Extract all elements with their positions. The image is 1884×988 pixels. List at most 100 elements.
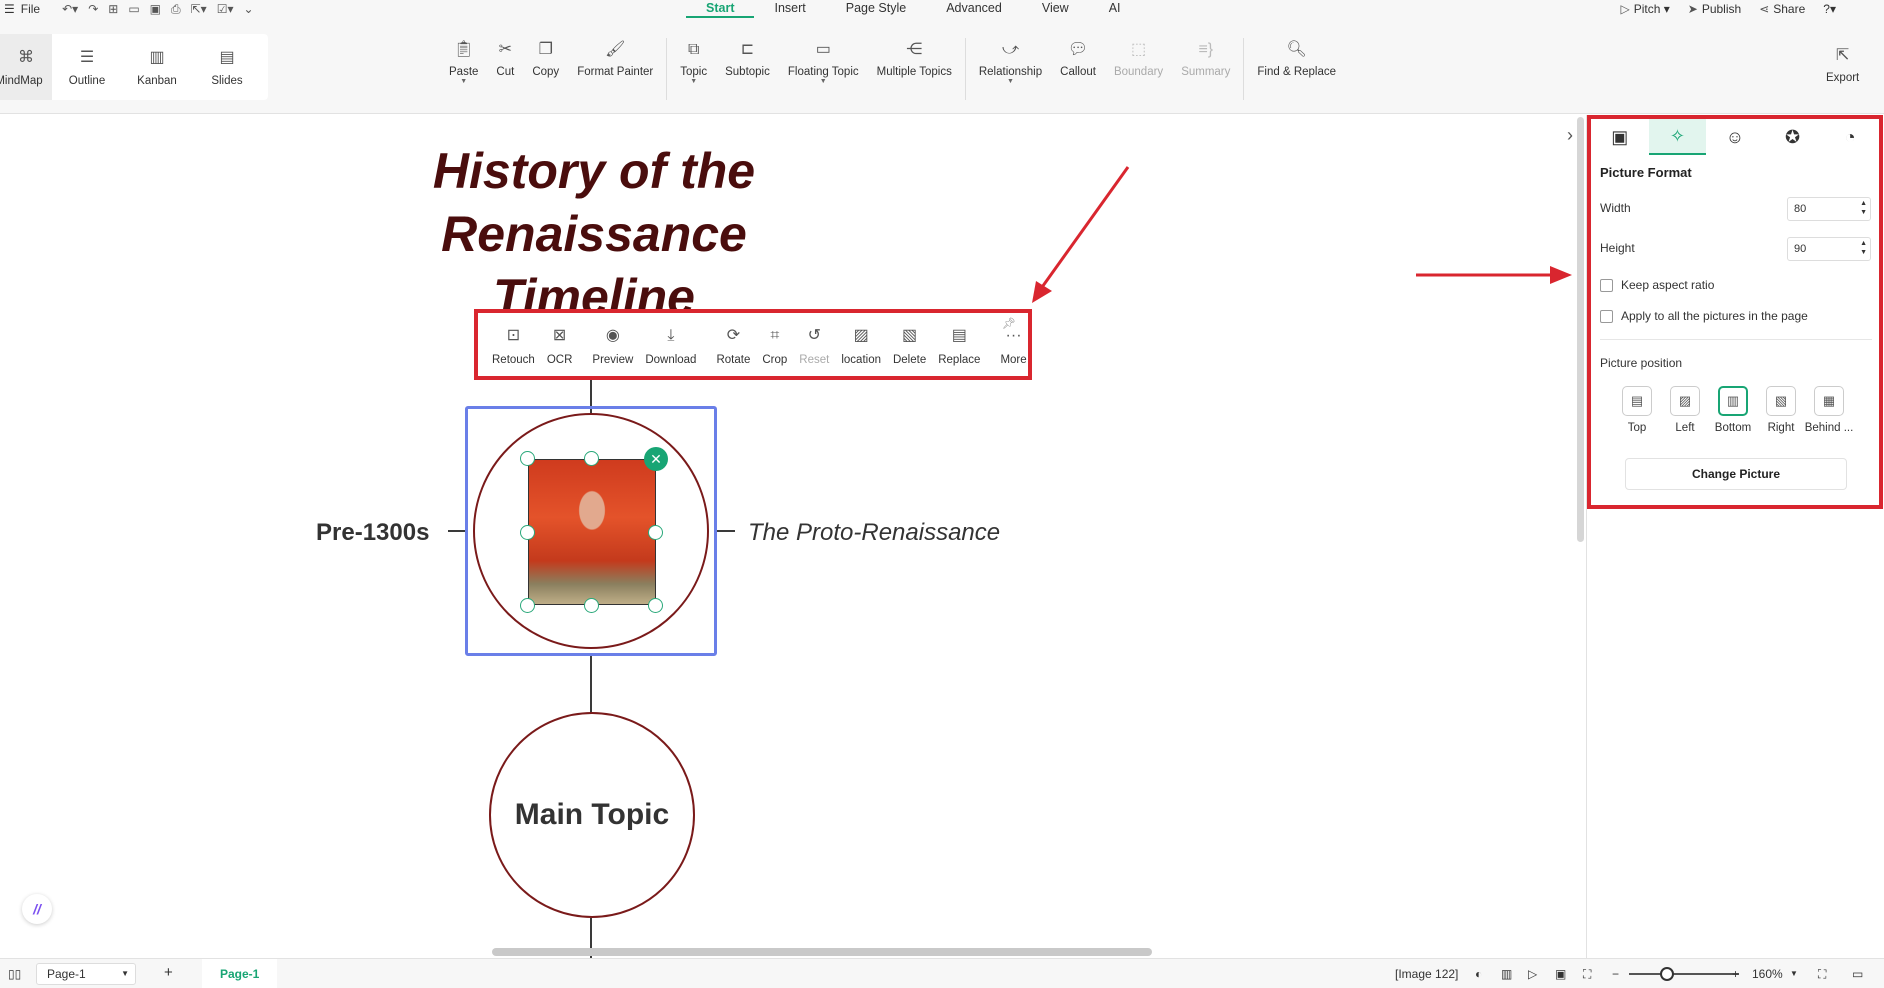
page-tab[interactable]: Page-1 bbox=[202, 959, 278, 988]
copy-button[interactable]: ❐ Copy bbox=[523, 38, 568, 100]
apply-all-checkbox[interactable]: Apply to all the pictures in the page bbox=[1600, 309, 1808, 323]
book-icon[interactable]: ▥ bbox=[1501, 967, 1512, 981]
chevron-right-icon[interactable]: › bbox=[1567, 125, 1573, 146]
position-behind[interactable]: ▦ Behind ... bbox=[1805, 386, 1853, 434]
fit-page-icon[interactable]: ▣ bbox=[1555, 967, 1566, 981]
ai-assistant-icon[interactable]: // bbox=[22, 894, 52, 924]
pitch-button[interactable]: ▷ Pitch ▾ bbox=[1620, 0, 1669, 18]
main-topic[interactable]: Main Topic bbox=[489, 712, 695, 918]
play-icon[interactable]: ▷ bbox=[1528, 967, 1537, 981]
file-menu[interactable]: ☰ File bbox=[4, 2, 40, 16]
floating-topic-button[interactable]: ▭ Floating Topic ▼ bbox=[779, 38, 868, 100]
redo-icon[interactable]: ↷ bbox=[88, 2, 98, 17]
location-button[interactable]: ▨ location bbox=[835, 315, 887, 375]
checkbox-box[interactable] bbox=[1600, 278, 1613, 292]
resize-handle[interactable] bbox=[584, 451, 599, 466]
vertical-scrollbar[interactable] bbox=[1577, 117, 1584, 542]
tab-topic-style[interactable]: ▣ bbox=[1591, 119, 1649, 155]
print-icon[interactable]: ⎙ bbox=[171, 2, 181, 17]
reset-button[interactable]: ↺ Reset bbox=[793, 315, 835, 375]
mindmap-canvas[interactable]: History of the Renaissance Timeline ⊡ Re… bbox=[0, 115, 1586, 958]
zoom-in-icon[interactable]: + bbox=[1732, 967, 1739, 981]
stepper-arrows-icon[interactable]: ▲ ▼ bbox=[1860, 199, 1867, 217]
download-button[interactable]: ⤓ Download bbox=[639, 315, 702, 375]
height-input[interactable]: 90 ▲ ▼ bbox=[1787, 237, 1871, 261]
resize-handle[interactable] bbox=[520, 525, 535, 540]
paste-button[interactable]: 📋︎ Paste ▼ bbox=[440, 38, 487, 100]
tab-page-style[interactable]: Page Style bbox=[826, 0, 926, 18]
export-button[interactable]: ⇱ Export bbox=[1826, 44, 1859, 84]
zoom-slider[interactable] bbox=[1629, 973, 1739, 975]
tab-theme[interactable]: ✪ bbox=[1764, 119, 1822, 155]
subtopic-button[interactable]: ⊏ Subtopic bbox=[716, 38, 779, 100]
resize-handle[interactable] bbox=[520, 451, 535, 466]
help-button[interactable]: ?▾ bbox=[1823, 0, 1836, 18]
summary-button[interactable]: ≡} Summary bbox=[1172, 38, 1239, 100]
boundary-button[interactable]: ⬚ Boundary bbox=[1105, 38, 1172, 100]
zoom-out-icon[interactable]: − bbox=[1612, 967, 1619, 981]
tab-ai[interactable]: AI bbox=[1089, 0, 1141, 18]
zoom-level[interactable]: 160% bbox=[1752, 967, 1783, 981]
tab-insert[interactable]: Insert bbox=[754, 0, 825, 18]
page-title[interactable]: History of the Renaissance Timeline bbox=[424, 140, 764, 329]
page-selector[interactable]: Page-1 ▼ bbox=[36, 963, 136, 985]
new-file-icon[interactable]: ⊞ bbox=[108, 2, 118, 17]
width-input[interactable]: 80 ▲ ▼ bbox=[1787, 197, 1871, 221]
zoom-slider-knob[interactable] bbox=[1660, 967, 1674, 981]
pin-icon[interactable]: 📌︎ bbox=[1002, 317, 1016, 330]
view-kanban[interactable]: ▥ Kanban bbox=[122, 34, 192, 100]
position-bottom[interactable]: ▥ Bottom bbox=[1715, 386, 1751, 434]
relationship-button[interactable]: ⤻ Relationship ▼ bbox=[970, 38, 1051, 100]
resize-handle[interactable] bbox=[584, 598, 599, 613]
retouch-button[interactable]: ⊡ Retouch bbox=[486, 315, 541, 375]
delete-picture-button[interactable]: ▧ Delete bbox=[887, 315, 932, 375]
add-page-icon[interactable]: + bbox=[164, 964, 173, 981]
multiple-topics-button[interactable]: ⋲ Multiple Topics bbox=[868, 38, 961, 100]
view-outline[interactable]: ☰ Outline bbox=[52, 34, 122, 100]
ocr-button[interactable]: ⊠ OCR bbox=[541, 315, 579, 375]
resize-handle[interactable] bbox=[648, 598, 663, 613]
fullscreen-icon[interactable]: ⛶ bbox=[1818, 967, 1826, 982]
keep-aspect-checkbox[interactable]: Keep aspect ratio bbox=[1600, 278, 1714, 292]
tab-icons[interactable]: ☺ bbox=[1706, 119, 1764, 155]
tab-ai-format[interactable]: ✧ bbox=[1648, 119, 1707, 155]
theme-icon[interactable]: ◐ bbox=[1475, 967, 1482, 981]
format-painter-button[interactable]: 🖌︎ Format Painter bbox=[568, 38, 662, 100]
tab-history[interactable]: ◔ bbox=[1821, 119, 1879, 155]
change-picture-button[interactable]: Change Picture bbox=[1625, 458, 1847, 490]
position-right[interactable]: ▧ Right bbox=[1765, 386, 1797, 434]
position-top[interactable]: ▤ Top bbox=[1621, 386, 1653, 434]
split-view-icon[interactable]: ▭ bbox=[1852, 967, 1863, 981]
save-icon[interactable]: ▣ bbox=[150, 2, 161, 17]
view-mindmap[interactable]: ⌘ MindMap bbox=[0, 34, 52, 100]
open-folder-icon[interactable]: ▭ bbox=[128, 2, 139, 17]
caret-down-icon[interactable]: ▼ bbox=[1790, 969, 1798, 978]
checklist-icon[interactable]: ☑▾ bbox=[217, 2, 234, 17]
fit-screen-icon[interactable]: ⛶ bbox=[1583, 967, 1591, 982]
more-quick-icon[interactable]: ⌄ bbox=[243, 2, 253, 17]
topic-button[interactable]: ⧉ Topic ▼ bbox=[671, 38, 716, 100]
undo-icon[interactable]: ↶▾ bbox=[62, 2, 78, 17]
cut-button[interactable]: ✂ Cut bbox=[487, 38, 523, 100]
resize-handle[interactable] bbox=[648, 525, 663, 540]
view-slides[interactable]: ▤ Slides bbox=[192, 34, 262, 100]
remove-picture-icon[interactable]: ✕ bbox=[644, 447, 668, 471]
crop-button[interactable]: ⌗ Crop bbox=[756, 315, 793, 375]
resize-handle[interactable] bbox=[520, 598, 535, 613]
stepper-arrows-icon[interactable]: ▲ ▼ bbox=[1860, 239, 1867, 257]
callout-button[interactable]: 💬︎ Callout bbox=[1051, 38, 1105, 100]
tab-advanced[interactable]: Advanced bbox=[926, 0, 1022, 18]
sidebar-toggle-icon[interactable]: ▯▯ bbox=[8, 967, 21, 981]
topic-label-right[interactable]: The Proto-Renaissance bbox=[748, 519, 1000, 547]
topic-label-left[interactable]: Pre-1300s bbox=[316, 519, 429, 547]
publish-button[interactable]: ➤ Publish bbox=[1688, 0, 1741, 18]
tab-view[interactable]: View bbox=[1022, 0, 1089, 18]
portrait-picture[interactable] bbox=[528, 459, 656, 605]
tab-start[interactable]: Start bbox=[686, 0, 755, 18]
export-quick-icon[interactable]: ⇱▾ bbox=[191, 2, 207, 17]
share-button[interactable]: ⋖ Share bbox=[1759, 0, 1805, 18]
preview-button[interactable]: ◉ Preview bbox=[586, 315, 639, 375]
checkbox-box[interactable] bbox=[1600, 309, 1613, 323]
horizontal-scrollbar[interactable] bbox=[492, 948, 1152, 956]
find-replace-button[interactable]: 🔍︎ Find & Replace bbox=[1248, 38, 1345, 100]
